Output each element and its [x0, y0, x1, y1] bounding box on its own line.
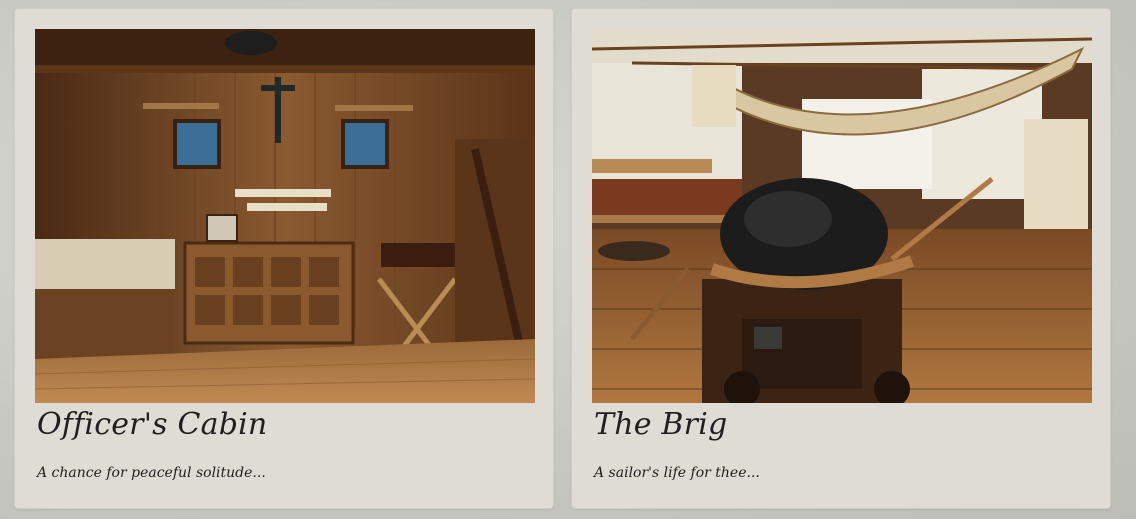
card-grid: Officer's Cabin A chance for peaceful so…: [0, 0, 1136, 519]
officers-cabin-illustration: [35, 29, 535, 403]
officers-cabin-photo[interactable]: [35, 29, 535, 403]
brig-photo[interactable]: [592, 29, 1092, 403]
card-title[interactable]: The Brig: [594, 407, 727, 442]
card-title[interactable]: Officer's Cabin: [37, 407, 267, 442]
brig-cannon-illustration: [592, 29, 1092, 403]
card-the-brig[interactable]: The Brig A sailor's life for thee...: [571, 8, 1111, 509]
card-officers-cabin[interactable]: Officer's Cabin A chance for peaceful so…: [14, 8, 554, 509]
card-caption: A sailor's life for thee...: [594, 465, 760, 481]
card-caption: A chance for peaceful solitude...: [37, 465, 266, 481]
